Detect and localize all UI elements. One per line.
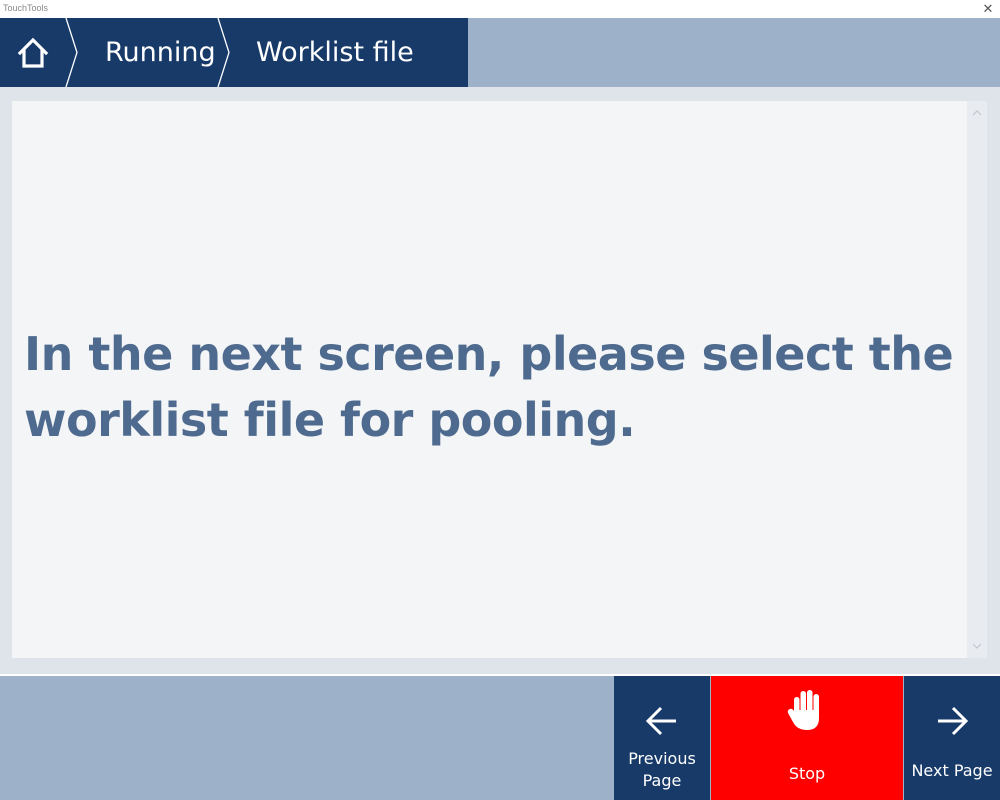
next-page-button[interactable]: Next Page (904, 676, 1000, 800)
vertical-scrollbar[interactable] (967, 101, 987, 658)
stop-button[interactable]: Stop (711, 676, 903, 800)
content-panel: In the next screen, please select the wo… (12, 101, 987, 658)
next-page-label: Next Page (911, 761, 993, 780)
arrow-left-icon (645, 706, 676, 736)
breadcrumb-separator-icon (65, 18, 78, 87)
instruction-message: In the next screen, please select the wo… (24, 327, 954, 447)
hand-stop-icon (787, 690, 819, 730)
previous-page-button[interactable]: Previous Page (614, 676, 710, 800)
stop-label: Stop (788, 764, 826, 783)
close-icon[interactable]: ✕ (980, 0, 996, 18)
previous-page-label: Previous Page (628, 749, 696, 790)
breadcrumb-item-worklist-file[interactable]: Worklist file (256, 18, 414, 87)
breadcrumb-item-running[interactable]: Running (105, 18, 216, 87)
home-icon (17, 37, 49, 68)
bottom-toolbar: Previous Page Stop Next Page (0, 674, 1000, 800)
arrow-right-icon (938, 706, 969, 736)
scroll-up-icon[interactable] (967, 103, 987, 123)
breadcrumb: Running Worklist file (0, 18, 468, 87)
app-title: TouchTools (3, 3, 49, 13)
window-titlebar: TouchTools ✕ (0, 0, 1000, 18)
home-button[interactable] (0, 18, 70, 87)
header-bar: Running Worklist file (0, 18, 1000, 87)
scroll-down-icon[interactable] (967, 636, 987, 656)
breadcrumb-separator-icon (217, 18, 230, 87)
